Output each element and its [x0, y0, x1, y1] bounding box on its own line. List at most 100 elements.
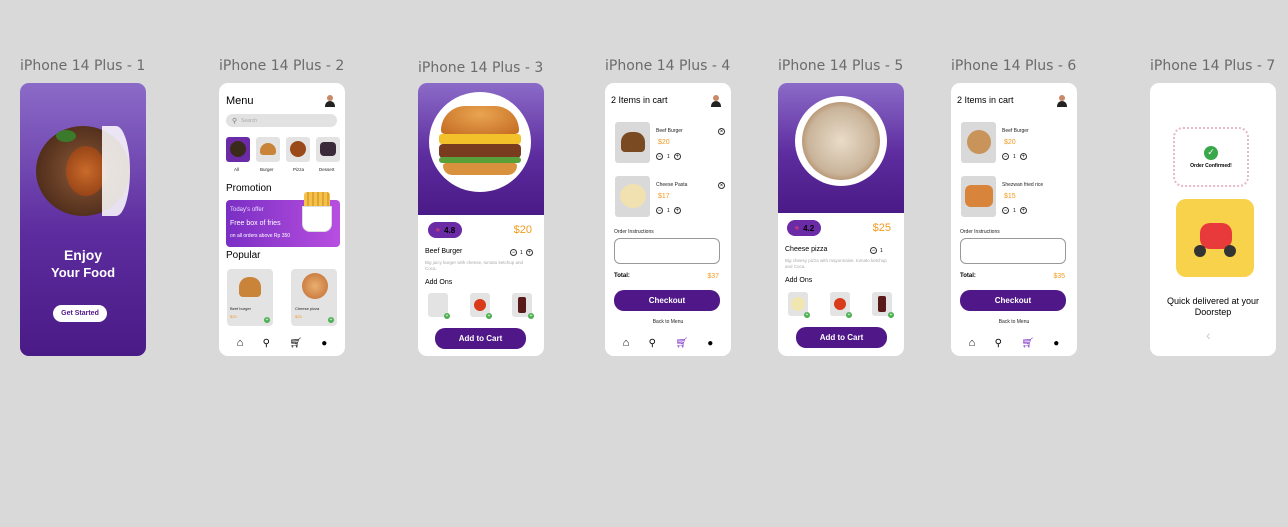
total-label: Total:: [614, 273, 630, 279]
profile-icon[interactable]: ●: [1053, 338, 1059, 349]
remove-icon[interactable]: ×: [718, 128, 725, 135]
rating-value: 4.2: [803, 223, 815, 233]
quantity-value: 1: [880, 247, 883, 254]
addon-drink[interactable]: +: [512, 293, 534, 319]
plus-icon[interactable]: +: [525, 249, 533, 256]
cart-item-price: $15: [1004, 193, 1016, 200]
minus-icon[interactable]: −: [870, 247, 877, 254]
addon-fries[interactable]: +: [428, 293, 450, 319]
popular-item-price: $25: [295, 314, 302, 319]
minus-icon[interactable]: −: [1002, 207, 1009, 214]
popular-title: Popular: [226, 250, 261, 261]
search-input[interactable]: ⚲ Search: [226, 114, 337, 127]
category-all[interactable]: [226, 137, 250, 162]
frame-label: iPhone 14 Plus - 4: [605, 58, 731, 74]
add-icon[interactable]: +: [804, 312, 810, 318]
addon-sauce[interactable]: +: [830, 292, 852, 318]
order-confirmed-text: Order Confirmed!: [1190, 162, 1232, 169]
pizza-image: [302, 273, 328, 299]
category-label: Pizza: [293, 167, 305, 172]
profile-icon[interactable]: ●: [321, 338, 327, 349]
add-icon[interactable]: +: [846, 312, 852, 318]
cart-icon[interactable]: 🛒︎: [289, 338, 302, 349]
instructions-input[interactable]: [960, 238, 1066, 264]
splash-headline-1: Enjoy: [63, 247, 103, 263]
food-plate-image: [795, 96, 887, 186]
cart-title: 2 Items in cart: [611, 95, 668, 105]
home-icon[interactable]: ⌂: [237, 337, 244, 349]
add-to-cart-button[interactable]: Add to Cart: [435, 328, 526, 349]
checkout-button[interactable]: Checkout: [960, 290, 1066, 311]
addon-dip[interactable]: +: [788, 292, 810, 318]
add-icon[interactable]: +: [444, 313, 450, 319]
avatar[interactable]: [1057, 95, 1067, 107]
popular-card[interactable]: Cheese pizza $25 +: [291, 269, 337, 326]
cart-item-name: Shezwan fried rice: [1002, 182, 1044, 188]
cart-item-price: $17: [658, 193, 670, 200]
popular-card[interactable]: Beef burger $20 +: [227, 269, 273, 326]
quantity-value: 1: [1013, 153, 1016, 160]
quantity-stepper[interactable]: − 1 +: [656, 207, 681, 214]
minus-icon[interactable]: −: [656, 207, 663, 214]
instructions-input[interactable]: [614, 238, 720, 264]
bottom-nav: ⌂ ⚲ 🛒︎ ●: [951, 336, 1077, 350]
category-burger[interactable]: [256, 137, 280, 162]
profile-icon[interactable]: ●: [707, 338, 713, 349]
addon-drink[interactable]: +: [872, 292, 894, 318]
minus-icon[interactable]: −: [656, 153, 663, 160]
frame-label: iPhone 14 Plus - 2: [219, 58, 345, 74]
quantity-stepper[interactable]: − 1: [870, 247, 883, 254]
search-icon[interactable]: ⚲: [995, 338, 1002, 349]
get-started-button[interactable]: Get Started: [53, 305, 107, 322]
addon-sauce[interactable]: +: [470, 293, 492, 319]
cart-icon[interactable]: 🛒︎: [1021, 338, 1034, 349]
back-to-menu-link[interactable]: Back to Menu: [951, 319, 1077, 325]
add-icon[interactable]: +: [328, 317, 334, 323]
search-placeholder: Search: [241, 117, 257, 124]
minus-icon[interactable]: −: [510, 249, 517, 256]
add-icon[interactable]: +: [486, 313, 492, 319]
cart-item-name: Beef Burger: [656, 128, 683, 134]
home-icon[interactable]: ⌂: [969, 337, 976, 349]
food-plate-image: [429, 92, 531, 192]
minus-icon[interactable]: −: [1002, 153, 1009, 160]
search-icon[interactable]: ⚲: [263, 338, 270, 349]
category-pizza[interactable]: [286, 137, 310, 162]
add-icon[interactable]: +: [888, 312, 894, 318]
cart-item-name: Beef Burger: [1002, 128, 1029, 134]
pizza-detail-screen: ★ 4.2 $25 Cheese pizza − 1 Big cheesy pi…: [778, 83, 904, 356]
add-icon[interactable]: +: [264, 317, 270, 323]
home-icon[interactable]: ⌂: [623, 337, 630, 349]
cart-title: 2 Items in cart: [957, 95, 1014, 105]
add-to-cart-button[interactable]: Add to Cart: [796, 327, 887, 348]
avatar[interactable]: [711, 95, 721, 107]
chevron-left-icon[interactable]: ‹: [1206, 327, 1211, 343]
remove-icon[interactable]: ×: [718, 182, 725, 189]
bottom-nav: ⌂ ⚲ 🛒︎ ●: [605, 336, 731, 350]
quantity-stepper[interactable]: − 1 +: [1002, 153, 1027, 160]
addons-title: Add Ons: [425, 279, 453, 286]
menu-screen: Menu ⚲ Search All Burger Pizza Dessert P…: [219, 83, 345, 356]
quantity-value: 1: [1013, 207, 1016, 214]
quantity-value: 1: [667, 207, 670, 214]
cart-icon[interactable]: 🛒︎: [675, 338, 688, 349]
plus-icon[interactable]: +: [1019, 153, 1027, 160]
cart-screen: 2 Items in cart Beef Burger $20 − 1 + Sh…: [951, 83, 1077, 356]
quantity-stepper[interactable]: − 1 +: [1002, 207, 1027, 214]
plus-icon[interactable]: +: [673, 207, 681, 214]
avatar[interactable]: [325, 95, 335, 107]
category-dessert[interactable]: [316, 137, 340, 162]
add-icon[interactable]: +: [528, 313, 534, 319]
splash-headline-2: Your Food: [50, 265, 116, 280]
quantity-stepper[interactable]: − 1 +: [656, 153, 681, 160]
plus-icon[interactable]: +: [673, 153, 681, 160]
popular-item-name: Beef burger: [230, 306, 251, 311]
back-to-menu-link[interactable]: Back to Menu: [605, 319, 731, 325]
checkout-button[interactable]: Checkout: [614, 290, 720, 311]
quantity-stepper[interactable]: − 1 +: [510, 249, 533, 256]
plus-icon[interactable]: +: [1019, 207, 1027, 214]
promo-banner[interactable]: Today's offer Free box of fries on all o…: [226, 192, 340, 247]
star-icon: ★: [434, 227, 442, 234]
promo-subtitle: on all orders above Rp 350: [230, 233, 291, 239]
search-icon[interactable]: ⚲: [649, 338, 656, 349]
